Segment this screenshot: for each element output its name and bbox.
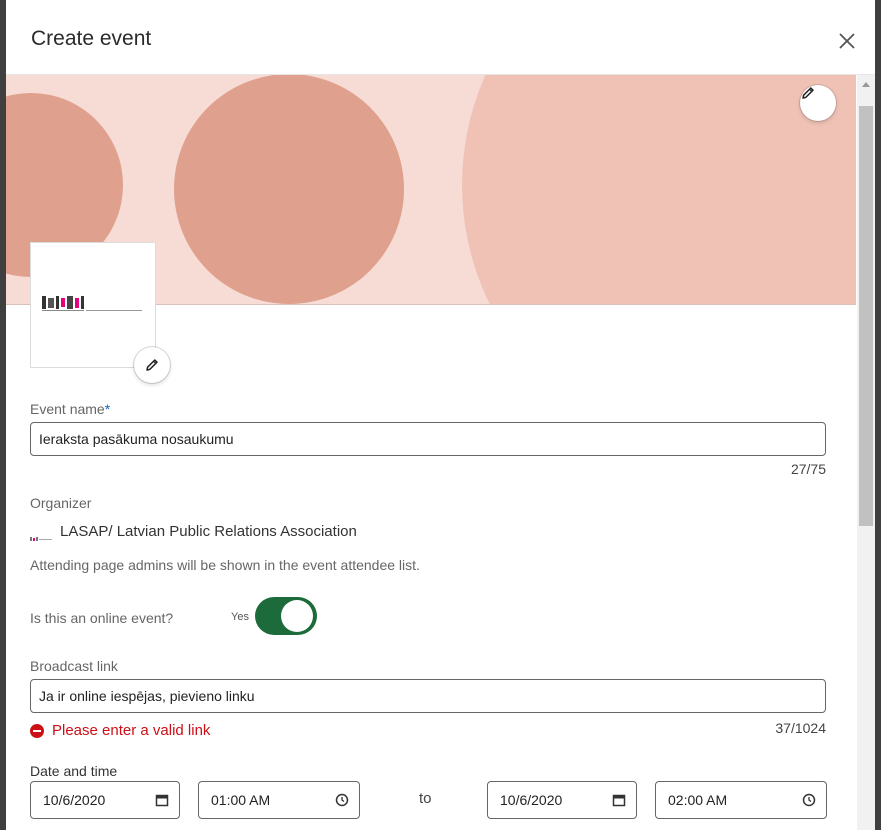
close-button[interactable]: [832, 26, 862, 56]
online-event-toggle[interactable]: [255, 597, 317, 635]
scroll-up-arrow-icon: [862, 82, 870, 87]
online-event-label: Is this an online event?: [30, 610, 174, 626]
scrollbar-thumb[interactable]: [859, 106, 873, 526]
date-time-label: Date and time: [30, 763, 118, 779]
to-label: to: [419, 790, 432, 807]
clock-icon: [802, 793, 816, 807]
end-time-input[interactable]: 02:00 AM: [655, 781, 827, 819]
pencil-icon: [146, 359, 158, 371]
calendar-icon: [612, 794, 626, 807]
dialog-header: Create event: [6, 0, 875, 75]
start-time-value: 01:00 AM: [211, 792, 271, 808]
vertical-scrollbar[interactable]: [857, 75, 875, 830]
scroll-up-button[interactable]: [857, 75, 875, 93]
clock-icon: [335, 793, 349, 807]
organizer-logo: [30, 529, 52, 541]
edit-cover-button[interactable]: [800, 85, 836, 121]
calendar-icon: [155, 794, 169, 807]
organizer-hint: Attending page admins will be shown in t…: [30, 557, 420, 573]
end-date-value: 10/6/2020: [500, 792, 563, 808]
broadcast-link-label: Broadcast link: [30, 658, 118, 674]
broadcast-link-counter: 37/1024: [775, 720, 826, 736]
start-date-input[interactable]: 10/6/2020: [30, 781, 180, 819]
broadcast-link-error: Please enter a valid link: [30, 722, 210, 739]
toggle-knob: [281, 600, 313, 632]
end-date-input[interactable]: 10/6/2020: [487, 781, 637, 819]
organizer-name: LASAP/ Latvian Public Relations Associat…: [60, 523, 357, 540]
event-name-label: Event name*: [30, 401, 110, 417]
event-name-label-text: Event name: [30, 401, 105, 417]
organizer-label: Organizer: [30, 495, 92, 511]
edit-logo-button[interactable]: [134, 347, 170, 383]
pencil-icon: [802, 87, 814, 99]
dialog-title: Create event: [31, 27, 152, 50]
close-icon: [839, 33, 855, 49]
event-name-input[interactable]: [30, 422, 826, 456]
lasap-logo-image: [42, 296, 142, 311]
required-mark: *: [104, 401, 111, 417]
event-logo: [30, 242, 156, 368]
dialog-body: Event name* 27/75 Organizer LASAP/ Latvi…: [6, 75, 856, 830]
error-icon: [30, 723, 44, 738]
organizer: LASAP/ Latvian Public Relations Associat…: [30, 523, 357, 541]
event-name-counter: 27/75: [790, 461, 826, 477]
start-time-input[interactable]: 01:00 AM: [198, 781, 360, 819]
broadcast-link-input[interactable]: [30, 679, 826, 713]
error-message: Please enter a valid link: [52, 722, 211, 739]
online-toggle-state: Yes: [231, 611, 249, 623]
start-date-value: 10/6/2020: [43, 792, 106, 808]
create-event-dialog: Create event Event name* Ieraksta pasāku…: [6, 0, 875, 830]
end-time-value: 02:00 AM: [668, 792, 728, 808]
